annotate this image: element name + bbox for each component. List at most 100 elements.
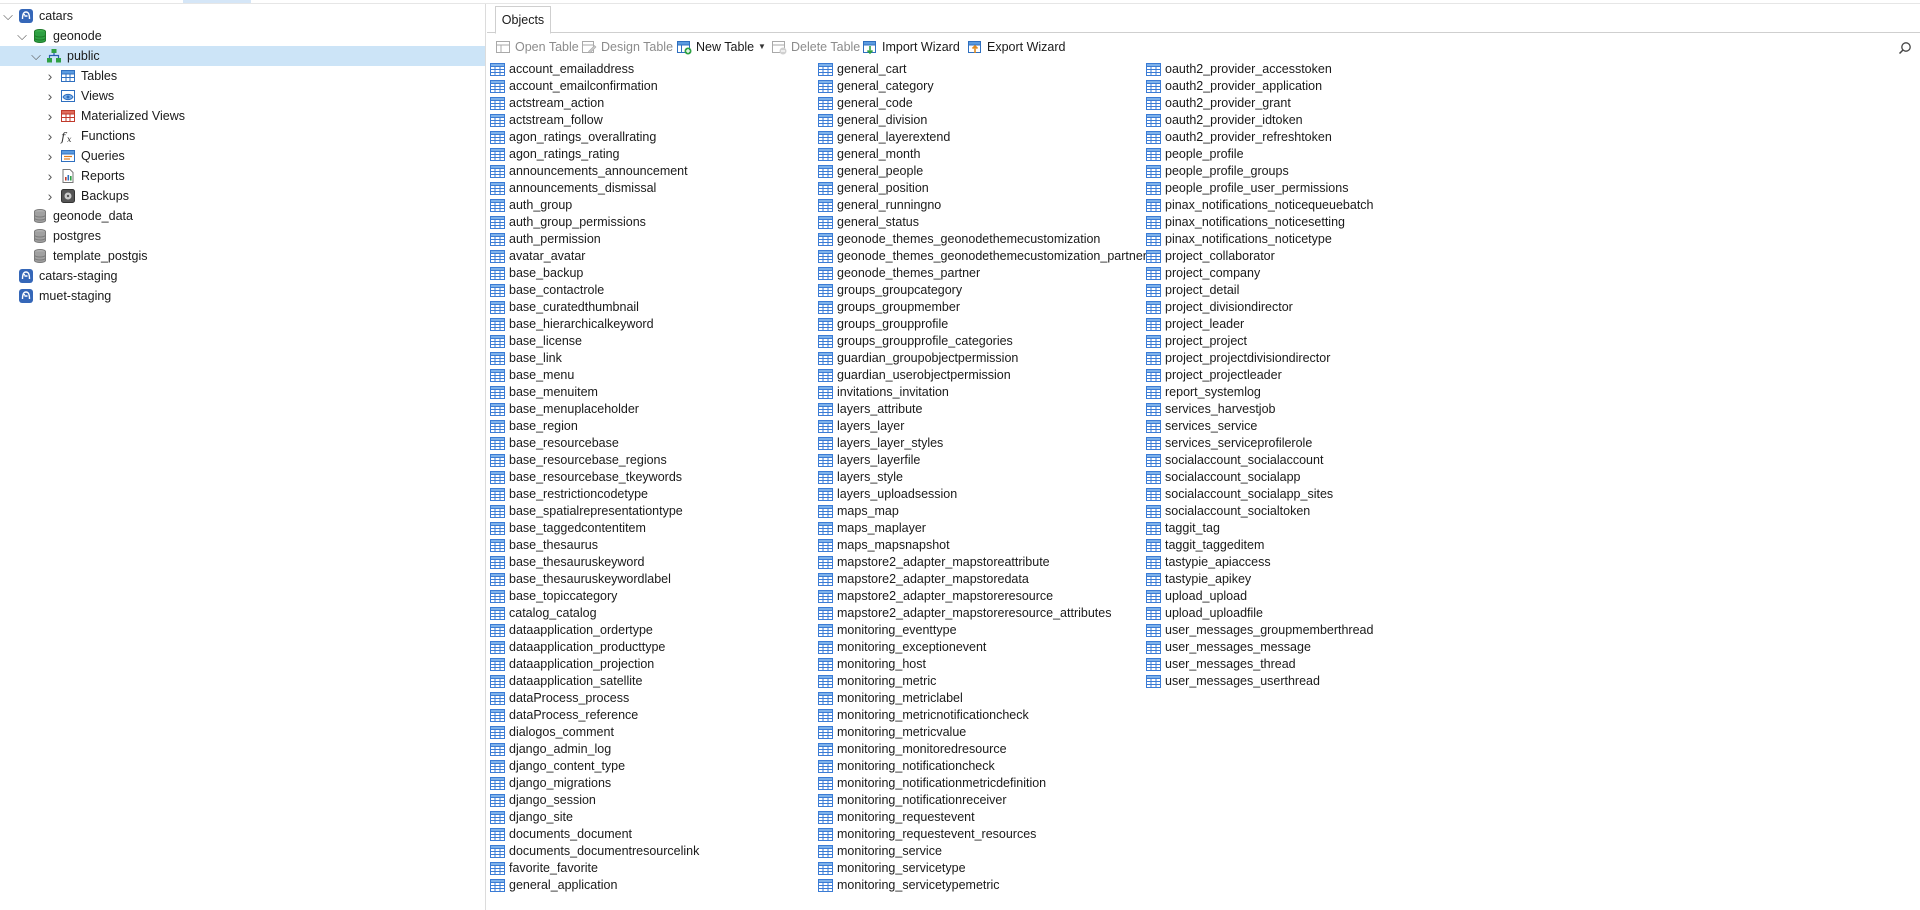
table-item[interactable]: groups_groupmember <box>818 299 1153 316</box>
table-item[interactable]: base_thesauruskeyword <box>490 554 699 571</box>
table-item[interactable]: base_thesauruskeywordlabel <box>490 571 699 588</box>
table-item[interactable]: taggit_tag <box>1146 520 1374 537</box>
chevron-down-icon[interactable]: ⌵ <box>16 26 28 46</box>
table-item[interactable]: base_menuitem <box>490 384 699 401</box>
table-item[interactable]: base_resourcebase_tkeywords <box>490 469 699 486</box>
table-item[interactable]: services_service <box>1146 418 1374 435</box>
table-item[interactable]: monitoring_metric <box>818 673 1153 690</box>
chevron-down-icon[interactable]: ⌵ <box>2 6 14 26</box>
tree-item-reports[interactable]: › Reports <box>0 166 485 186</box>
tree-connection-catars-staging[interactable]: catars-staging <box>0 266 485 286</box>
table-item[interactable]: tastypie_apiaccess <box>1146 554 1374 571</box>
table-item[interactable]: people_profile_groups <box>1146 163 1374 180</box>
table-item[interactable]: groups_groupprofile <box>818 316 1153 333</box>
table-item[interactable]: services_harvestjob <box>1146 401 1374 418</box>
table-item[interactable]: monitoring_metricnotificationcheck <box>818 707 1153 724</box>
table-item[interactable]: base_resourcebase <box>490 435 699 452</box>
table-item[interactable]: geonode_themes_partner <box>818 265 1153 282</box>
table-item[interactable]: geonode_themes_geonodethemecustomization… <box>818 248 1153 265</box>
table-item[interactable]: general_position <box>818 180 1153 197</box>
table-item[interactable]: django_site <box>490 809 699 826</box>
chevron-right-icon[interactable]: › <box>44 66 56 86</box>
tree-item-views[interactable]: › Views <box>0 86 485 106</box>
table-item[interactable]: base_hierarchicalkeyword <box>490 316 699 333</box>
table-item[interactable]: invitations_invitation <box>818 384 1153 401</box>
table-item[interactable]: dataapplication_producttype <box>490 639 699 656</box>
table-item[interactable]: mapstore2_adapter_mapstoredata <box>818 571 1153 588</box>
table-item[interactable]: groups_groupcategory <box>818 282 1153 299</box>
table-item[interactable]: announcements_dismissal <box>490 180 699 197</box>
table-item[interactable]: monitoring_exceptionevent <box>818 639 1153 656</box>
table-item[interactable]: mapstore2_adapter_mapstoreattribute <box>818 554 1153 571</box>
table-item[interactable]: layers_layer_styles <box>818 435 1153 452</box>
table-item[interactable]: monitoring_notificationcheck <box>818 758 1153 775</box>
table-item[interactable]: base_menu <box>490 367 699 384</box>
table-item[interactable]: monitoring_metricvalue <box>818 724 1153 741</box>
table-item[interactable]: upload_uploadfile <box>1146 605 1374 622</box>
table-item[interactable]: actstream_action <box>490 95 699 112</box>
table-item[interactable]: django_session <box>490 792 699 809</box>
table-item[interactable]: auth_permission <box>490 231 699 248</box>
tree-schema-public[interactable]: ⌵ public <box>0 46 485 66</box>
table-item[interactable]: project_detail <box>1146 282 1374 299</box>
table-item[interactable]: monitoring_eventtype <box>818 622 1153 639</box>
table-item[interactable]: user_messages_groupmemberthread <box>1146 622 1374 639</box>
table-item[interactable]: layers_layerfile <box>818 452 1153 469</box>
tree-item-queries[interactable]: › Queries <box>0 146 485 166</box>
table-item[interactable]: general_status <box>818 214 1153 231</box>
tree-database-template-postgis[interactable]: template_postgis <box>0 246 485 266</box>
table-item[interactable]: project_project <box>1146 333 1374 350</box>
table-item[interactable]: general_application <box>490 877 699 894</box>
table-item[interactable]: dataProcess_process <box>490 690 699 707</box>
table-item[interactable]: base_taggedcontentitem <box>490 520 699 537</box>
table-item[interactable]: general_category <box>818 78 1153 95</box>
table-item[interactable]: base_license <box>490 333 699 350</box>
table-item[interactable]: general_runningno <box>818 197 1153 214</box>
table-item[interactable]: general_people <box>818 163 1153 180</box>
table-item[interactable]: project_projectdivisiondirector <box>1146 350 1374 367</box>
table-item[interactable]: maps_mapsnapshot <box>818 537 1153 554</box>
table-item[interactable]: monitoring_requestevent_resources <box>818 826 1153 843</box>
table-item[interactable]: pinax_notifications_noticetype <box>1146 231 1374 248</box>
table-item[interactable]: monitoring_servicetype <box>818 860 1153 877</box>
table-item[interactable]: account_emailaddress <box>490 61 699 78</box>
table-item[interactable]: base_backup <box>490 265 699 282</box>
table-item[interactable]: layers_attribute <box>818 401 1153 418</box>
tree-connection-muet-staging[interactable]: muet-staging <box>0 286 485 306</box>
chevron-right-icon[interactable]: › <box>44 186 56 206</box>
table-item[interactable]: taggit_taggeditem <box>1146 537 1374 554</box>
table-item[interactable]: monitoring_metriclabel <box>818 690 1153 707</box>
table-item[interactable]: layers_uploadsession <box>818 486 1153 503</box>
table-item[interactable]: socialaccount_socialaccount <box>1146 452 1374 469</box>
table-item[interactable]: base_thesaurus <box>490 537 699 554</box>
table-item[interactable]: base_spatialrepresentationtype <box>490 503 699 520</box>
table-item[interactable]: monitoring_notificationmetricdefinition <box>818 775 1153 792</box>
table-item[interactable]: base_link <box>490 350 699 367</box>
table-item[interactable]: oauth2_provider_accesstoken <box>1146 61 1374 78</box>
table-item[interactable]: dataapplication_ordertype <box>490 622 699 639</box>
chevron-right-icon[interactable]: › <box>44 166 56 186</box>
table-item[interactable]: layers_style <box>818 469 1153 486</box>
table-item[interactable]: monitoring_host <box>818 656 1153 673</box>
table-item[interactable]: project_collaborator <box>1146 248 1374 265</box>
table-item[interactable]: guardian_userobjectpermission <box>818 367 1153 384</box>
table-item[interactable]: oauth2_provider_grant <box>1146 95 1374 112</box>
table-item[interactable]: base_region <box>490 418 699 435</box>
table-item[interactable]: general_division <box>818 112 1153 129</box>
table-item[interactable]: catalog_catalog <box>490 605 699 622</box>
chevron-right-icon[interactable]: › <box>44 126 56 146</box>
tab-objects[interactable]: Objects <box>495 6 551 34</box>
tree-database-geonode[interactable]: ⌵ geonode <box>0 26 485 46</box>
table-item[interactable]: general_month <box>818 146 1153 163</box>
table-item[interactable]: project_leader <box>1146 316 1374 333</box>
search-icon[interactable] <box>1898 41 1912 55</box>
tree-item-functions[interactable]: › f x Functions <box>0 126 485 146</box>
chevron-right-icon[interactable]: › <box>44 86 56 106</box>
table-item[interactable]: agon_ratings_rating <box>490 146 699 163</box>
table-item[interactable]: oauth2_provider_idtoken <box>1146 112 1374 129</box>
table-item[interactable]: actstream_follow <box>490 112 699 129</box>
table-item[interactable]: dialogos_comment <box>490 724 699 741</box>
table-item[interactable]: general_cart <box>818 61 1153 78</box>
tree-item-backups[interactable]: › Backups <box>0 186 485 206</box>
table-item[interactable]: avatar_avatar <box>490 248 699 265</box>
